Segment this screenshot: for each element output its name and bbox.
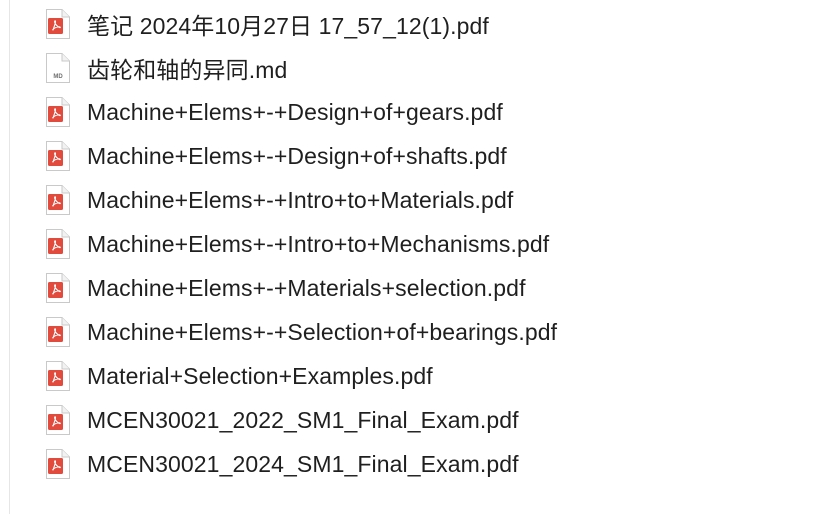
- file-row[interactable]: Machine+Elems+-+Materials+selection.pdf: [45, 266, 526, 310]
- pdf-file-icon: [46, 273, 70, 303]
- pdf-file-icon: [46, 449, 70, 479]
- file-row[interactable]: 笔记 2024年10月27日 17_57_12(1).pdf: [45, 2, 489, 46]
- pdf-file-icon: [46, 361, 70, 391]
- file-name: Material+Selection+Examples.pdf: [87, 362, 433, 389]
- file-row[interactable]: Machine+Elems+-+Intro+to+Materials.pdf: [45, 178, 513, 222]
- file-name: Machine+Elems+-+Intro+to+Mechanisms.pdf: [87, 230, 550, 257]
- pdf-file-icon: [46, 185, 70, 215]
- file-name: Machine+Elems+-+Intro+to+Materials.pdf: [87, 186, 514, 213]
- file-row[interactable]: Machine+Elems+-+Intro+to+Mechanisms.pdf: [45, 222, 549, 266]
- file-row[interactable]: Machine+Elems+-+Selection+of+bearings.pd…: [45, 310, 557, 354]
- file-name: 笔记 2024年10月27日 17_57_12(1).pdf: [87, 13, 489, 39]
- pdf-file-icon: [46, 97, 70, 127]
- pdf-file-icon: [46, 229, 70, 259]
- file-name: 齿轮和轴的异同.md: [87, 57, 288, 83]
- file-name: Machine+Elems+-+Design+of+shafts.pdf: [87, 142, 507, 169]
- file-name: Machine+Elems+-+Selection+of+bearings.pd…: [87, 318, 558, 345]
- pdf-file-icon: [46, 141, 70, 171]
- file-row[interactable]: MCEN30021_2022_SM1_Final_Exam.pdf: [45, 398, 519, 442]
- file-row[interactable]: MD 齿轮和轴的异同.md: [45, 46, 287, 90]
- file-name: Machine+Elems+-+Materials+selection.pdf: [87, 274, 526, 301]
- file-type-badge: MD: [53, 74, 63, 80]
- markdown-file-icon: MD: [46, 53, 70, 83]
- file-row[interactable]: Material+Selection+Examples.pdf: [45, 354, 433, 398]
- file-row[interactable]: Machine+Elems+-+Design+of+shafts.pdf: [45, 134, 507, 178]
- pdf-file-icon: [46, 405, 70, 435]
- pdf-file-icon: [46, 9, 70, 39]
- file-name: MCEN30021_2024_SM1_Final_Exam.pdf: [87, 450, 519, 477]
- file-name: Machine+Elems+-+Design+of+gears.pdf: [87, 98, 503, 125]
- file-row[interactable]: Machine+Elems+-+Design+of+gears.pdf: [45, 90, 503, 134]
- pdf-file-icon: [46, 317, 70, 347]
- file-list: 笔记 2024年10月27日 17_57_12(1).pdf MD 齿轮和轴的异…: [0, 0, 832, 514]
- file-row[interactable]: MCEN30021_2024_SM1_Final_Exam.pdf: [45, 442, 519, 486]
- file-name: MCEN30021_2022_SM1_Final_Exam.pdf: [87, 406, 519, 433]
